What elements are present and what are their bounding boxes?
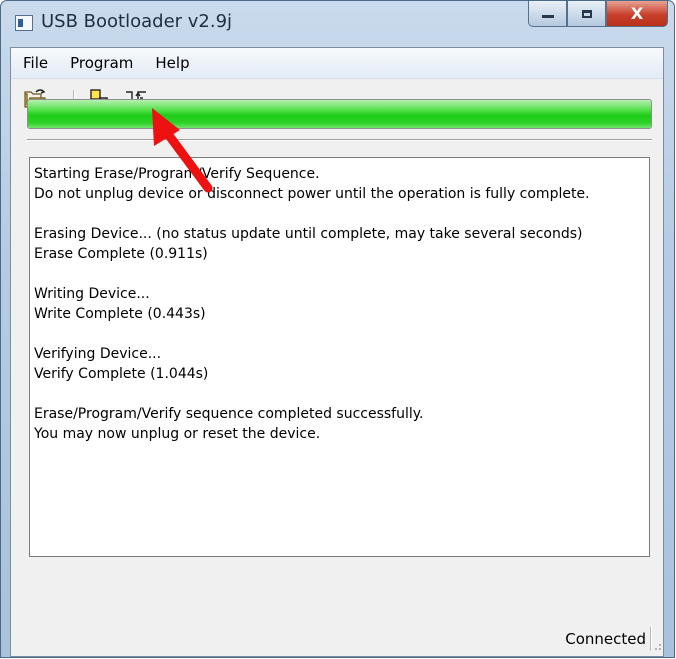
menu-bar: File Program Help <box>11 48 663 79</box>
resize-grip-icon[interactable] <box>652 641 662 651</box>
status-log[interactable]: Starting Erase/Program/Verify Sequence. D… <box>29 157 650 557</box>
annotation-arrow-icon <box>152 108 213 193</box>
window-title: USB Bootloader v2.9j <box>41 11 233 32</box>
log-line: You may now unplug or reset the device. <box>34 426 321 442</box>
minimize-button[interactable] <box>528 1 567 27</box>
log-line: Write Complete (0.443s) <box>34 306 206 322</box>
close-icon: X <box>630 4 644 23</box>
app-window: USB Bootloader v2.9j X File Program Help <box>0 0 675 658</box>
log-line: Starting Erase/Program/Verify Sequence. <box>34 166 320 182</box>
progress-bar <box>27 99 652 129</box>
log-line: Erasing Device... (no status update unti… <box>34 226 583 242</box>
menu-file[interactable]: File <box>23 54 48 72</box>
menu-program[interactable]: Program <box>70 54 133 72</box>
maximize-button[interactable] <box>567 1 606 27</box>
log-line: Writing Device... <box>34 286 150 302</box>
progress-fill <box>28 100 651 128</box>
log-line: Erase/Program/Verify sequence completed … <box>34 406 424 422</box>
divider <box>27 139 652 141</box>
app-icon[interactable] <box>15 15 33 31</box>
log-line: Do not unplug device or disconnect power… <box>34 186 590 202</box>
caption-buttons: X <box>528 1 668 29</box>
menu-help[interactable]: Help <box>155 54 189 72</box>
maximize-icon <box>581 9 592 18</box>
log-line: Erase Complete (0.911s) <box>34 246 208 262</box>
minimize-icon <box>541 15 554 18</box>
connection-status: Connected <box>565 630 646 648</box>
title-bar[interactable]: USB Bootloader v2.9j X <box>1 1 674 47</box>
status-bar: Connected <box>10 621 664 655</box>
log-line: Verifying Device... <box>34 346 162 362</box>
log-line: Verify Complete (1.044s) <box>34 366 209 382</box>
close-button[interactable]: X <box>606 1 668 27</box>
